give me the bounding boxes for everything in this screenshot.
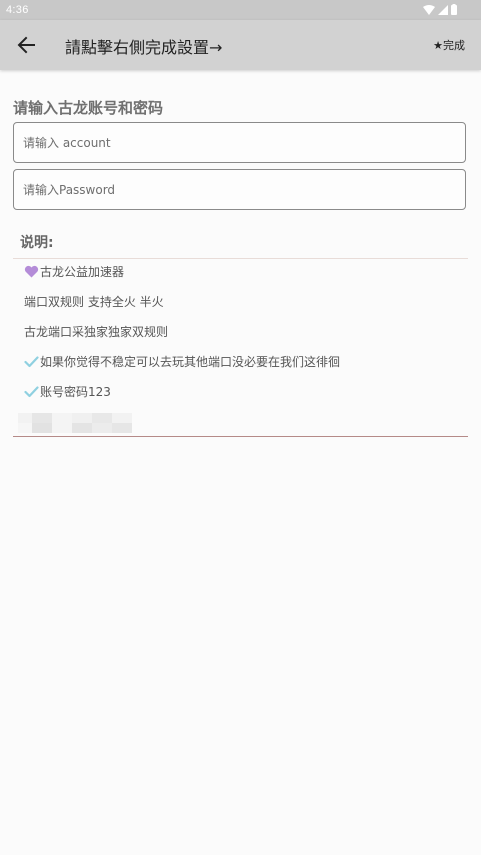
notes-heading: 说明: — [20, 235, 54, 251]
purple-heart-icon — [24, 265, 39, 278]
arrow-left-icon — [17, 36, 35, 54]
notes-divider-top — [13, 258, 468, 259]
notes-divider-bottom — [13, 436, 468, 437]
status-icons — [421, 4, 461, 16]
page-title: 請點擊右側完成設置→ — [65, 38, 223, 57]
password-field-box — [13, 169, 466, 210]
check-mark-icon — [24, 356, 39, 368]
note-item-1: 古龙公益加速器 — [24, 263, 124, 280]
account-field-box — [13, 122, 466, 163]
note-item-3: 古龙端口采独家独家双规则 — [24, 323, 168, 340]
note-item-4: 如果你觉得不稳定可以去玩其他端口没必要在我们这徘徊 — [24, 353, 340, 370]
battery-icon — [451, 5, 457, 15]
note-text-3: 古龙端口采独家独家双规则 — [24, 325, 169, 339]
password-input[interactable] — [23, 170, 453, 209]
login-heading: 请输入古龙账号和密码 — [13, 99, 164, 117]
done-button[interactable]: ★完成 — [433, 37, 465, 53]
note-text-1: 古龙公益加速器 — [40, 265, 125, 279]
status-time: 4:36 — [6, 4, 29, 16]
account-input[interactable] — [23, 123, 453, 162]
check-mark-icon — [24, 386, 39, 398]
app-bar: 請點擊右側完成設置→ ★完成 — [0, 20, 481, 70]
back-button[interactable] — [14, 33, 40, 57]
note-text-2: 端口双规则 支持全火 半火 — [24, 295, 164, 309]
note-text-5: 账号密码123 — [40, 385, 111, 399]
note-item-2: 端口双规则 支持全火 半火 — [24, 293, 164, 310]
obscured-content — [18, 413, 134, 434]
wifi-icon — [423, 5, 435, 15]
note-item-5: 账号密码123 — [24, 383, 111, 400]
note-text-4: 如果你觉得不稳定可以去玩其他端口没必要在我们这徘徊 — [40, 355, 341, 369]
status-bar: 4:36 — [0, 0, 481, 20]
signal-icon — [438, 5, 448, 15]
